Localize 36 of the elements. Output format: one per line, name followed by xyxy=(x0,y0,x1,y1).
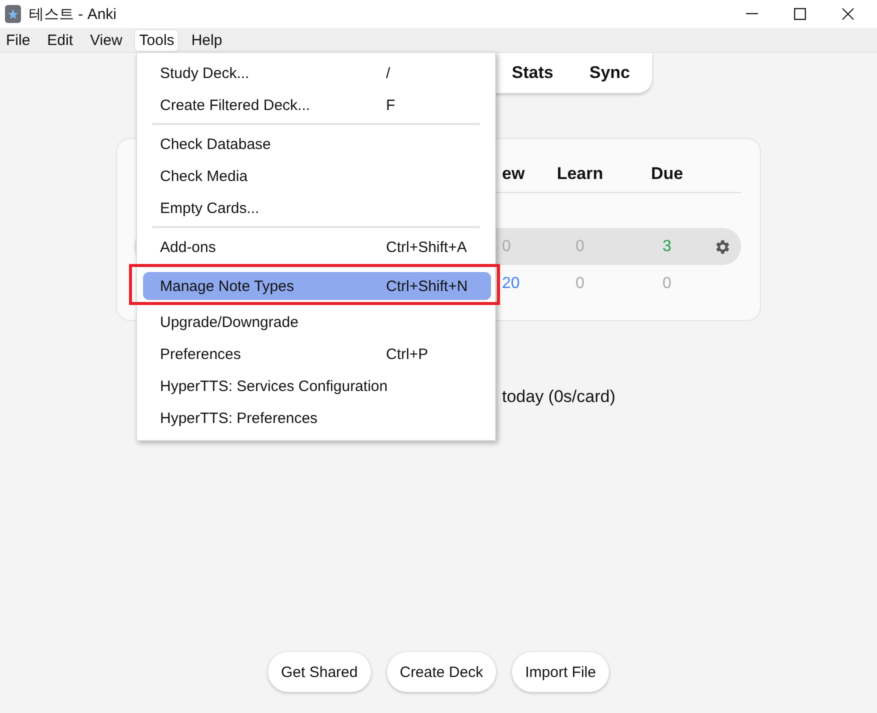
minimize-icon[interactable] xyxy=(746,13,758,15)
column-header: Due xyxy=(650,164,684,184)
count-cell-text: 0 xyxy=(501,238,512,256)
study-summary: today (0s/card) xyxy=(502,387,616,406)
count-cell-text: 20 xyxy=(501,274,521,292)
count-cell-text: 0 xyxy=(574,274,586,292)
menu-item[interactable]: Manage Note Types Ctrl+Shift+N xyxy=(143,272,491,300)
menu-bar-item[interactable]: Help xyxy=(187,30,226,50)
menu-bar-item[interactable]: View xyxy=(86,30,126,50)
menu-item[interactable]: Empty Cards... xyxy=(143,192,489,224)
menu-item[interactable]: Upgrade/Downgrade xyxy=(143,306,489,338)
menu-bar-item[interactable]: Tools xyxy=(135,30,178,50)
app-icon xyxy=(5,5,21,23)
menu-item[interactable]: Check Media xyxy=(143,160,489,192)
toolbar-link[interactable]: Stats xyxy=(512,63,554,83)
menu-item[interactable]: HyperTTS: Preferences xyxy=(143,402,489,434)
menu-item[interactable]: Add-ons Ctrl+Shift+A xyxy=(143,231,489,263)
count-cell-text: 0 xyxy=(574,238,586,256)
footer-button[interactable]: Create Deck xyxy=(386,652,496,692)
count-cell-text: 0 xyxy=(662,274,672,292)
menu-item[interactable]: Check Database xyxy=(143,128,489,160)
count-cell-text: 3 xyxy=(662,238,672,256)
menu-item[interactable]: Study Deck... / xyxy=(143,57,489,89)
footer-button[interactable]: Get Shared xyxy=(268,652,371,692)
window-title: 테스트 - Anki xyxy=(29,4,117,24)
maximize-icon[interactable] xyxy=(794,8,806,20)
menu-item[interactable]: HyperTTS: Services Configuration xyxy=(143,370,489,402)
column-header: ew xyxy=(501,164,526,184)
menu-bar-item[interactable]: File xyxy=(2,30,34,50)
footer-button[interactable]: Import File xyxy=(512,652,609,692)
close-icon[interactable] xyxy=(842,8,854,20)
menu-item[interactable]: Create Filtered Deck... F xyxy=(143,89,489,121)
menu-bar-item[interactable]: Edit xyxy=(43,30,78,50)
menu-item[interactable]: Preferences Ctrl+P xyxy=(143,338,489,370)
toolbar-link[interactable]: Sync xyxy=(589,63,630,83)
column-header: Learn xyxy=(556,164,604,184)
